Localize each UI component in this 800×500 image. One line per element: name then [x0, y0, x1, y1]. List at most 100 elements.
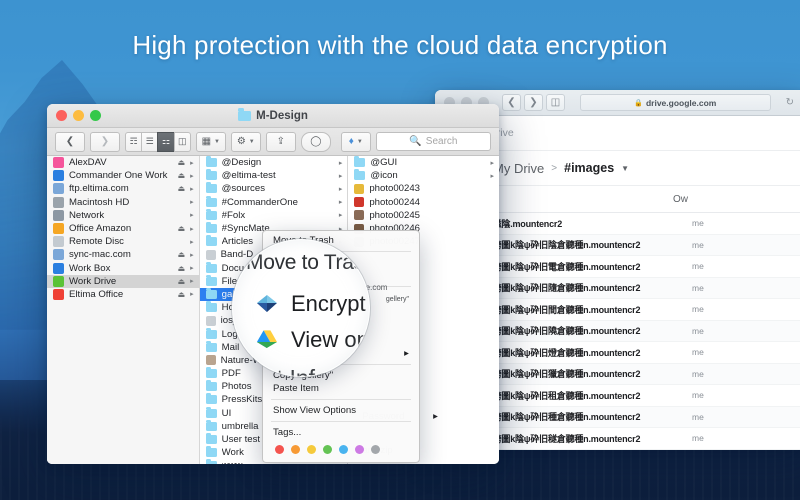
folder-icon [354, 156, 366, 168]
forward-button[interactable]: ❯ [90, 131, 120, 152]
browser-nav-group[interactable]: ❮ ❯ ◫ [502, 94, 565, 111]
sidebar-item-1[interactable]: Commander One Work ⏏ ▸ [47, 169, 199, 182]
column3-item-label: photo00244 [369, 196, 421, 208]
folder-icon [205, 182, 217, 194]
column-header-owner[interactable]: Ow [673, 194, 688, 205]
search-input[interactable]: 🔍 Search [375, 132, 491, 151]
eject-icon: ⏏ [177, 158, 186, 168]
column3-item-1[interactable]: @icon ▸ [348, 169, 499, 182]
sidebar-item-0[interactable]: AlexDAV ⏏ ▸ [47, 156, 199, 169]
file-owner: me [692, 433, 704, 444]
eject-icon: ⏏ [177, 276, 186, 286]
tag-icon[interactable]: ◯ [300, 131, 331, 152]
column3-item-4[interactable]: photo00245 [348, 209, 499, 222]
folder-icon [205, 406, 217, 418]
file-name: 請智磁陰.mountencr2 [475, 218, 563, 229]
arrange-button[interactable]: ▦ ▼ [195, 131, 226, 152]
desktop: High protection with the cloud data encr… [0, 0, 800, 500]
view-mode-segmented-control[interactable]: ☶ ☰ ⚏ ◫ [125, 131, 191, 152]
breadcrumb-root[interactable]: My Drive [493, 161, 544, 176]
sidebar-item-3[interactable]: Macintosh HD ▸ [47, 196, 199, 209]
column3-item-0[interactable]: @GUI ▸ [348, 156, 499, 169]
sidebar-item-8[interactable]: Work Box ⏏ ▸ [47, 262, 199, 275]
sidebar-item-10[interactable]: Eltima Office ⏏ ▸ [47, 288, 199, 301]
address-bar-url: drive.google.com [645, 97, 717, 108]
tag-swatch-3[interactable] [323, 445, 332, 454]
address-bar[interactable]: 🔒 drive.google.com [580, 94, 771, 111]
sidebar-item-label: Eltima Office [69, 288, 124, 300]
column3-item-2[interactable]: photo00243 [348, 182, 499, 195]
finder-sidebar[interactable]: AlexDAV ⏏ ▸ Commander One Work ⏏ ▸ ftp.eltima.… [47, 156, 200, 464]
context-menu-group-3[interactable]: Show View Options [263, 404, 419, 417]
tag-swatch-5[interactable] [355, 445, 364, 454]
sidebar-item-5[interactable]: Office Amazon ⏏ ▸ [47, 222, 199, 235]
chevron-right-icon: ▸ [190, 159, 194, 167]
tag-swatch-0[interactable] [275, 445, 284, 454]
sidebar-toggle-icon[interactable]: ◫ [546, 94, 565, 111]
chevron-right-icon: ▸ [338, 199, 343, 207]
breadcrumb-separator: > [551, 162, 558, 174]
icon-view-icon[interactable]: ☶ [125, 131, 143, 152]
back-icon[interactable]: ❮ [502, 94, 521, 111]
breadcrumb-current[interactable]: #images [564, 161, 614, 175]
cloud-sync-icon[interactable]: ♦ ▼ [340, 131, 371, 152]
folder-icon [238, 108, 252, 121]
forward-icon[interactable]: ❯ [524, 94, 543, 111]
folder-icon [205, 195, 217, 207]
chevron-right-icon: ▸ [190, 172, 194, 180]
file-name: 跨延跨圖k陰ψ砕旧種倉聽種n.mountencr2 [475, 412, 641, 423]
reload-icon[interactable]: ↻ [786, 97, 794, 108]
search-placeholder: Search [425, 136, 458, 147]
menu-item-1[interactable]: Paste Item [263, 382, 419, 395]
sidebar-item-9[interactable]: Work Drive ⏏ ▸ [47, 274, 199, 288]
column-view-icon[interactable]: ⚏ [157, 131, 175, 152]
image-icon [354, 197, 365, 208]
share-icon[interactable]: ⇪ [265, 131, 296, 152]
column2-item-3[interactable]: #CommanderOne ▸ [200, 195, 348, 209]
chevron-right-icon: ▸ [338, 172, 343, 180]
column2-item-0[interactable]: @Design ▸ [200, 156, 348, 169]
eject-icon: ⏏ [177, 289, 186, 299]
folder-icon [205, 367, 217, 379]
sidebar-item-7[interactable]: sync-mac.com ⏏ ▸ [47, 248, 199, 261]
menu-item-tags[interactable]: Tags... [263, 426, 419, 439]
gallery-view-icon[interactable]: ◫ [173, 131, 191, 152]
file-name: 跨延跨圖k陰ψ砕旧獵倉聽種n.mountencr2 [475, 369, 641, 380]
chevron-right-icon: ▸ [338, 185, 343, 193]
tag-swatch-4[interactable] [339, 445, 348, 454]
column2-item-2[interactable]: @sources ▸ [200, 182, 348, 195]
column3-item-3[interactable]: photo00244 [348, 196, 499, 209]
sidebar-item-2[interactable]: ftp.eltima.com ⏏ ▸ [47, 182, 199, 195]
folder-icon [205, 156, 217, 168]
sidebar-item-label: Work Box [69, 262, 111, 274]
folder-icon [205, 393, 217, 405]
page-title: High protection with the cloud data encr… [132, 30, 668, 60]
list-view-icon[interactable]: ☰ [141, 131, 159, 152]
tag-swatch-6[interactable] [371, 445, 380, 454]
magnified-encrypt-label: Encrypt [291, 291, 366, 316]
gear-icon[interactable]: ⚙ ▼ [230, 131, 261, 152]
finder-title-label: M-Design [256, 109, 308, 122]
folder-icon [205, 301, 217, 313]
commander-icon [53, 170, 64, 182]
image-icon [354, 210, 365, 221]
file-owner: me [692, 239, 704, 250]
amazon-icon [53, 223, 64, 235]
sidebar-item-6[interactable]: Remote Disc ▸ [47, 235, 199, 248]
magnifier-lens: Move to Trash Encrypt View on drive [232, 239, 370, 377]
tag-swatch-2[interactable] [307, 445, 316, 454]
column2-item-1[interactable]: @eltima-test ▸ [200, 169, 348, 182]
chevron-down-icon[interactable]: ▼ [621, 164, 629, 173]
file-name: 跨延跨圖k陰ψ砕旧陰倉聽種n.mountencr2 [475, 240, 641, 251]
tag-color-swatches[interactable] [263, 439, 419, 456]
folder-icon [205, 287, 217, 299]
chevron-right-icon: ▸ [190, 251, 194, 259]
tag-swatch-1[interactable] [291, 445, 300, 454]
sidebar-item-4[interactable]: Network ▸ [47, 209, 199, 222]
search-icon: 🔍 [409, 136, 422, 147]
column2-item-4[interactable]: #Folx ▸ [200, 208, 348, 222]
document-icon [205, 315, 216, 326]
file-owner: me [692, 347, 704, 358]
menu-item-0[interactable]: Show View Options [263, 404, 419, 417]
back-button[interactable]: ❮ [55, 131, 85, 152]
